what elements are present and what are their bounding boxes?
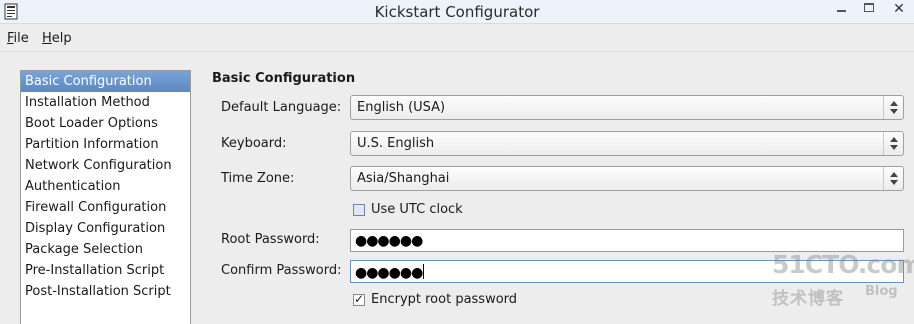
use-utc-clock-label: Use UTC clock bbox=[371, 202, 463, 217]
default-language-select[interactable]: English (USA) bbox=[350, 95, 904, 120]
use-utc-clock-checkbox[interactable] bbox=[353, 203, 365, 216]
time-zone-label: Time Zone: bbox=[221, 171, 295, 186]
watermark-blog: Blog bbox=[865, 284, 898, 299]
sidebar-item-pre-installation-script[interactable]: Pre-Installation Script bbox=[21, 260, 190, 281]
encrypt-root-password-label: Encrypt root password bbox=[371, 292, 518, 307]
root-password-value: ●●●●●● bbox=[355, 233, 423, 249]
sidebar-item-partition-information[interactable]: Partition Information bbox=[21, 134, 190, 155]
menu-bar: File Help bbox=[0, 25, 914, 52]
keyboard-label: Keyboard: bbox=[221, 136, 287, 151]
section-title: Basic Configuration bbox=[212, 71, 356, 86]
confirm-password-value: ●●●●●● bbox=[355, 264, 425, 281]
checkmark-icon: ✓ bbox=[354, 291, 365, 306]
menu-help-mnemonic: H bbox=[42, 31, 52, 46]
text-caret bbox=[423, 264, 425, 279]
title-bar: Kickstart Configurator ✕ bbox=[0, 0, 914, 24]
maximize-icon bbox=[864, 3, 874, 12]
sidebar-item-package-selection[interactable]: Package Selection bbox=[21, 239, 190, 260]
root-password-label: Root Password: bbox=[221, 232, 320, 247]
keyboard-select[interactable]: U.S. English bbox=[350, 131, 904, 156]
sidebar-item-network-configuration[interactable]: Network Configuration bbox=[21, 155, 190, 176]
window-controls: ✕ bbox=[828, 0, 914, 18]
menu-file[interactable]: File bbox=[7, 31, 29, 46]
encrypt-root-password-checkbox[interactable]: ✓ bbox=[353, 291, 365, 306]
close-button[interactable]: ✕ bbox=[884, 0, 914, 18]
sidebar-section-list: Basic Configuration Installation Method … bbox=[20, 70, 191, 324]
root-password-input[interactable]: ●●●●●● bbox=[350, 229, 904, 252]
updown-arrows-icon bbox=[883, 132, 903, 155]
default-language-label: Default Language: bbox=[221, 100, 342, 115]
use-utc-clock-row[interactable]: Use UTC clock bbox=[353, 202, 463, 217]
sidebar-item-authentication[interactable]: Authentication bbox=[21, 176, 190, 197]
time-zone-select[interactable]: Asia/Shanghai bbox=[350, 166, 904, 191]
sidebar-item-boot-loader-options[interactable]: Boot Loader Options bbox=[21, 113, 190, 134]
confirm-password-label: Confirm Password: bbox=[221, 263, 342, 278]
watermark-site: 51CTO.com bbox=[772, 250, 914, 279]
sidebar-item-installation-method[interactable]: Installation Method bbox=[21, 92, 190, 113]
sidebar-item-display-configuration[interactable]: Display Configuration bbox=[21, 218, 190, 239]
sidebar-item-basic-configuration[interactable]: Basic Configuration bbox=[21, 71, 190, 92]
watermark-subtitle: 技术博客 bbox=[772, 289, 844, 309]
minimize-icon bbox=[837, 10, 846, 12]
sidebar-item-post-installation-script[interactable]: Post-Installation Script bbox=[21, 281, 190, 302]
maximize-button[interactable] bbox=[856, 0, 884, 18]
updown-arrows-icon bbox=[883, 96, 903, 119]
menu-help[interactable]: Help bbox=[42, 31, 72, 46]
minimize-button[interactable] bbox=[828, 0, 856, 18]
encrypt-root-password-row[interactable]: ✓ Encrypt root password bbox=[353, 292, 517, 307]
time-zone-value: Asia/Shanghai bbox=[357, 171, 450, 186]
watermark: 51CTO.com 技术博客 Blog bbox=[770, 250, 914, 310]
confirm-password-masked: ●●●●●● bbox=[355, 265, 423, 281]
menu-file-label: ile bbox=[13, 31, 29, 46]
default-language-value: English (USA) bbox=[357, 100, 446, 115]
keyboard-value: U.S. English bbox=[357, 136, 435, 151]
updown-arrows-icon bbox=[883, 167, 903, 190]
close-icon: ✕ bbox=[893, 1, 905, 17]
menu-help-label: elp bbox=[51, 31, 72, 46]
window-title: Kickstart Configurator bbox=[374, 3, 540, 21]
sidebar-item-firewall-configuration[interactable]: Firewall Configuration bbox=[21, 197, 190, 218]
